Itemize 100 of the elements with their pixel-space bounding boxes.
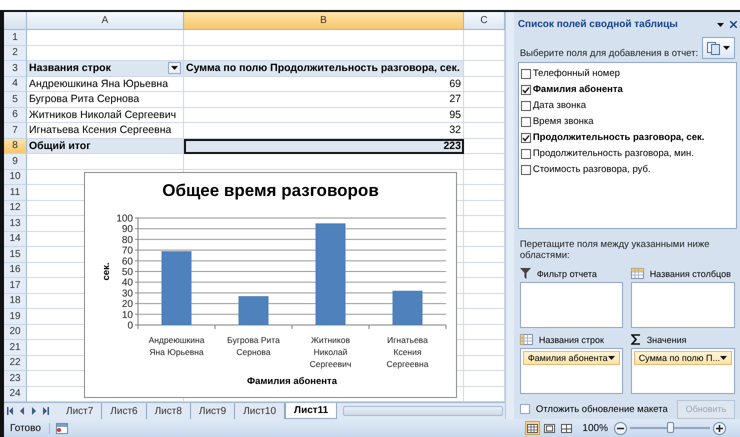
field-item[interactable]: Продолжительность разговора, мин. — [520, 146, 734, 162]
row-header[interactable]: 19 — [4, 309, 27, 324]
grid-icon — [520, 334, 533, 345]
checkbox[interactable] — [520, 404, 530, 414]
checkbox[interactable] — [520, 148, 531, 159]
row-header[interactable]: 21 — [4, 340, 27, 356]
tick-label: 20 — [122, 299, 133, 310]
row-header[interactable]: 1 — [4, 30, 27, 46]
plus-icon — [716, 424, 723, 432]
row-header[interactable]: 7 — [4, 123, 27, 138]
field-item[interactable]: Продолжительность разговора, сек. — [520, 130, 734, 146]
view-icon — [527, 424, 538, 432]
row-header[interactable]: 17 — [4, 278, 27, 294]
slider-thumb[interactable] — [667, 422, 674, 433]
sheet-tab[interactable]: Лист8 — [146, 403, 191, 419]
caret-icon — [723, 46, 730, 50]
checkbox[interactable] — [520, 100, 531, 111]
checkbox[interactable] — [520, 116, 531, 127]
row-header[interactable]: 14 — [4, 232, 27, 247]
field-item[interactable]: Стоимость разговора, руб. — [520, 162, 734, 178]
row-header[interactable]: 24 — [4, 386, 27, 402]
arrow-icon — [5, 406, 15, 416]
bar — [392, 290, 422, 325]
tick-label: 60 — [122, 256, 133, 268]
checkbox[interactable] — [520, 84, 531, 95]
row-header[interactable]: 11 — [4, 185, 27, 200]
column-header[interactable]: B — [184, 12, 464, 30]
tick-label: 100 — [116, 214, 133, 224]
tick-label: 70 — [122, 246, 133, 257]
view-button[interactable] — [559, 421, 574, 435]
category-label: Житников Николай Сергеевич — [310, 335, 352, 369]
field-chip[interactable]: Фамилия абонента — [522, 351, 620, 365]
row-header[interactable]: 4 — [4, 76, 27, 92]
chart-title: Общее время разговоров — [162, 181, 379, 201]
field-item[interactable]: Фамилия абонента — [520, 82, 734, 98]
row-header[interactable]: 10 — [4, 170, 27, 185]
row-header[interactable]: 16 — [4, 262, 27, 278]
field-item[interactable]: Время звонка — [520, 114, 734, 130]
checkbox[interactable] — [520, 132, 531, 143]
filter-icon — [520, 268, 531, 279]
panel-title: Список полей сводной таблицы — [518, 19, 679, 30]
sigma-icon — [630, 334, 641, 345]
area-label: Названия строк — [538, 334, 604, 344]
table-cell: 95 — [184, 108, 464, 123]
table-cell: Бугрова Рита Сернова — [27, 92, 184, 108]
row-header[interactable]: 18 — [4, 294, 27, 309]
bar — [238, 296, 268, 325]
panel-menu-icon — [717, 22, 724, 27]
row-header[interactable]: 5 — [4, 92, 27, 108]
tick-label: 10 — [122, 310, 133, 321]
arrow-icon — [41, 406, 51, 416]
field-item[interactable]: Телефонный номер — [520, 66, 734, 82]
view-button[interactable] — [525, 421, 540, 435]
column-header[interactable]: C — [464, 12, 505, 30]
table-cell: Игнатьева Ксения Сергеевна — [27, 123, 184, 138]
sheet-tab[interactable]: Лист11 — [285, 403, 338, 419]
zoom-out-button[interactable] — [614, 422, 627, 434]
field-item[interactable]: Дата звонка — [520, 98, 734, 114]
row-header[interactable]: 20 — [4, 324, 27, 340]
axis-title: сек. — [101, 262, 112, 280]
caret-icon — [608, 356, 615, 360]
layout-button[interactable] — [702, 37, 735, 60]
close-icon[interactable] — [730, 21, 737, 28]
axis-title: Фамилия абонента — [247, 376, 337, 387]
area-label: Значения — [646, 334, 686, 344]
tick-label: 90 — [122, 224, 133, 236]
checkbox-label: Отложить обновление макета — [536, 404, 669, 414]
row-header[interactable]: 13 — [4, 216, 27, 232]
area-label: Названия столбцов — [650, 268, 731, 278]
table-cell: Сумма по полю Продолжительность разговора, сек. — [184, 61, 464, 76]
row-header[interactable]: 15 — [4, 247, 27, 262]
field-chip[interactable]: Сумма по полю П... — [634, 351, 732, 365]
zoom-in-button[interactable] — [713, 422, 726, 434]
view-button[interactable] — [542, 421, 558, 435]
caret-icon — [171, 66, 178, 70]
filter-dropdown-button[interactable] — [168, 62, 181, 74]
row-header[interactable]: 2 — [4, 46, 27, 61]
view-icon — [561, 424, 572, 432]
row-header[interactable]: 22 — [4, 356, 27, 371]
tick-label: 30 — [122, 288, 133, 300]
row-header[interactable]: 3 — [4, 61, 27, 76]
column-header[interactable]: A — [27, 12, 184, 30]
zoom-level[interactable]: 100% — [582, 422, 608, 434]
checkbox[interactable] — [520, 68, 531, 79]
row-header[interactable]: 6 — [4, 108, 27, 123]
row-header[interactable]: 8 — [4, 138, 27, 154]
row-header[interactable]: 23 — [4, 371, 27, 386]
checkbox[interactable] — [520, 164, 531, 175]
horizontal-scrollbar[interactable] — [343, 406, 503, 416]
category-label: Андреюшкина Яна Юрьевна — [148, 335, 204, 357]
category-label: Бугрова Рита Сернова — [227, 335, 280, 357]
macro-record-icon[interactable] — [56, 422, 68, 434]
row-header[interactable]: 9 — [4, 154, 27, 170]
table-cell: 27 — [184, 92, 464, 108]
table-cell: 69 — [184, 76, 464, 92]
category-label: Игнатьева Ксения Сергеевна — [386, 335, 428, 369]
layout-icon — [707, 42, 720, 55]
table-cell: 223 — [184, 138, 464, 154]
table-cell: 32 — [184, 123, 464, 138]
row-header[interactable]: 12 — [4, 200, 27, 216]
